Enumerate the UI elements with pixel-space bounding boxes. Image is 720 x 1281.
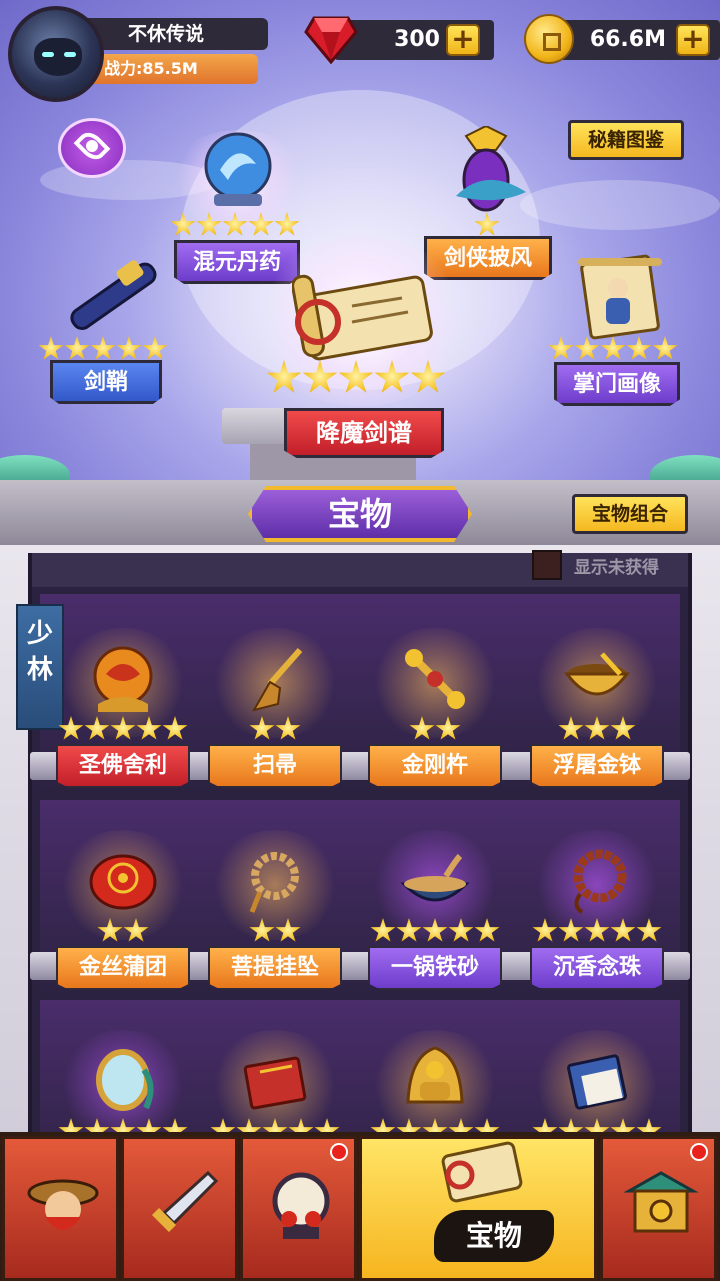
- golden-bowl-icon: [563, 652, 631, 696]
- drum-icon: [272, 1172, 330, 1239]
- treasure-card[interactable]: 金丝蒲团: [48, 820, 198, 1000]
- treasure-display-scene: 不休传说 战力:85.5M 300 + 66.6M + 秘籍图鉴 混元丹药 剑侠…: [0, 0, 720, 545]
- card-label: 浮屠金钵: [530, 744, 664, 788]
- catalog-button[interactable]: 秘籍图鉴: [568, 120, 684, 160]
- card-label: 一锅铁砂: [368, 946, 502, 990]
- card-stars: [200, 716, 350, 742]
- vajra-icon: [405, 649, 465, 709]
- card-stars: [48, 716, 198, 742]
- blue-book-icon: [567, 1054, 627, 1110]
- show-unowned-toggle[interactable]: 显示未获得: [532, 550, 682, 580]
- cushion-icon: [89, 854, 157, 910]
- bottom-navigation: [0, 1132, 720, 1281]
- ruby-gem-icon: [304, 16, 358, 64]
- featured-treasure-label: 降魔剑谱: [284, 408, 444, 458]
- bead-pendant-icon: [249, 852, 299, 913]
- card-stars: [522, 716, 672, 742]
- shop-icon: [623, 1171, 699, 1233]
- mirror-icon: [96, 1049, 154, 1111]
- add-coins-button[interactable]: +: [676, 24, 710, 56]
- treasure-card[interactable]: 菩提挂坠: [200, 820, 350, 1000]
- portrait-scroll-icon: [578, 254, 662, 340]
- treasure-card[interactable]: 浮屠金钵: [522, 618, 672, 798]
- nav-weapon-button[interactable]: [121, 1136, 238, 1281]
- treasure-combo-button[interactable]: 宝物组合: [572, 494, 688, 534]
- game-screen: 不休传说 战力:85.5M 300 + 66.6M + 秘籍图鉴 混元丹药 剑侠…: [0, 0, 720, 1281]
- weapon-icon: [151, 1170, 219, 1233]
- treasure-card[interactable]: 金刚杵: [360, 618, 510, 798]
- treasure-card[interactable]: 扫帚: [200, 618, 350, 798]
- red-book-icon: [243, 1056, 307, 1110]
- slot-label: 剑鞘: [50, 360, 162, 404]
- coin-counter: 66.6M +: [524, 14, 720, 64]
- nav-active-label: 宝物: [434, 1210, 554, 1262]
- notification-dot: [690, 1143, 708, 1161]
- treasure-icon: [441, 1141, 523, 1203]
- card-stars: [522, 918, 672, 944]
- prayer-beads-icon: [573, 849, 627, 914]
- slot-stars: [474, 212, 500, 238]
- card-label: 菩提挂坠: [208, 946, 342, 990]
- scroll-icon: [292, 274, 433, 361]
- card-stars: [200, 918, 350, 944]
- card-label: 扫帚: [208, 744, 342, 788]
- cloak-icon: [456, 126, 526, 212]
- add-gems-button[interactable]: +: [446, 24, 480, 56]
- relic-orb-icon: [93, 646, 153, 712]
- equipped-slot-scabbard[interactable]: 剑鞘: [36, 254, 176, 404]
- card-label: 沉香念珠: [530, 946, 664, 990]
- show-unowned-label: 显示未获得: [574, 558, 659, 578]
- card-stars: [360, 918, 510, 944]
- preview-eye-button[interactable]: [58, 118, 126, 178]
- slot-stars: [38, 336, 168, 362]
- notification-dot: [330, 1143, 348, 1161]
- checkbox[interactable]: [532, 550, 562, 580]
- slot-label: 掌门画像: [554, 362, 680, 406]
- card-label: 金刚杵: [368, 744, 502, 788]
- crystal-orb-icon: [204, 132, 272, 206]
- slot-stars: [266, 360, 446, 396]
- equipped-slot-portrait[interactable]: 掌门画像: [548, 254, 688, 414]
- gold-coin-icon: [524, 14, 574, 64]
- player-avatar[interactable]: [8, 6, 104, 102]
- card-label: 金丝蒲团: [56, 946, 190, 990]
- treasure-card[interactable]: 圣佛舍利: [48, 618, 198, 798]
- slot-stars: [548, 336, 678, 362]
- treasure-card[interactable]: 一锅铁砂: [360, 820, 510, 1000]
- slot-stars: [170, 212, 300, 238]
- player-profile[interactable]: 不休传说 战力:85.5M: [8, 6, 278, 102]
- card-stars: [48, 918, 198, 944]
- broom-icon: [251, 648, 303, 712]
- iron-pot-icon: [400, 853, 470, 902]
- gem-counter: 300 +: [304, 14, 494, 64]
- nav-hero-button[interactable]: [2, 1136, 119, 1281]
- card-label: 圣佛舍利: [56, 744, 190, 788]
- card-stars: [360, 716, 510, 742]
- buddha-statue-icon: [406, 1046, 464, 1104]
- scabbard-icon: [70, 260, 157, 330]
- nav-drum-button[interactable]: [240, 1136, 357, 1281]
- treasure-card[interactable]: 沉香念珠: [522, 820, 672, 1000]
- section-title: 宝物: [248, 486, 472, 542]
- nav-shop-button[interactable]: [600, 1136, 717, 1281]
- hero-icon: [27, 1179, 99, 1230]
